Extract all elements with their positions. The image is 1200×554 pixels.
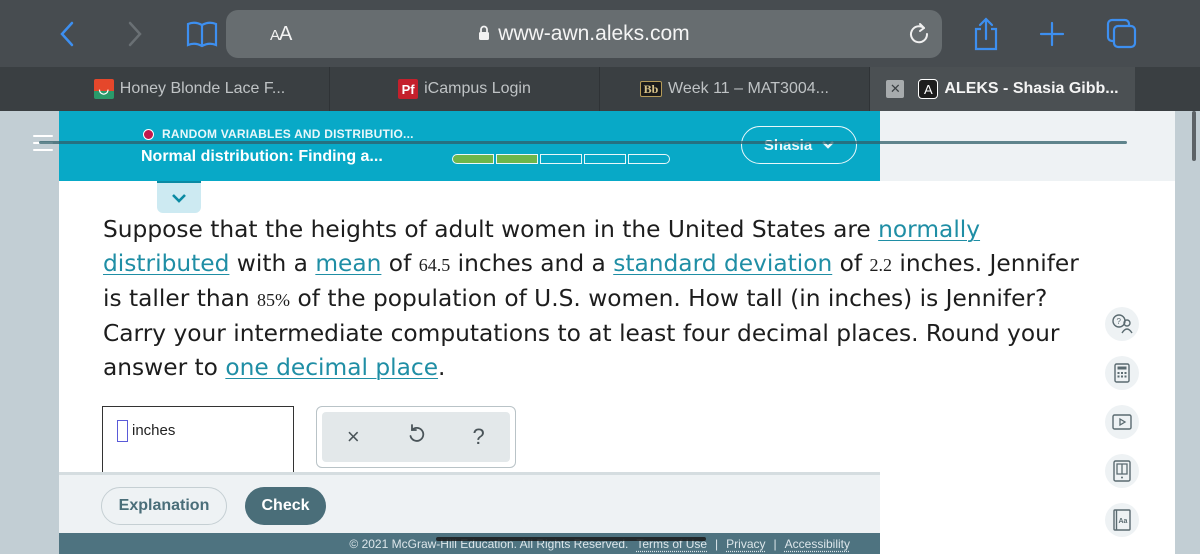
back-chevron-icon [60, 21, 74, 47]
chevron-down-icon [172, 193, 186, 203]
question-text-part: with a [229, 250, 316, 277]
svg-text:Aa: Aa [1119, 518, 1128, 525]
progress-segment [452, 154, 494, 164]
answer-input[interactable] [117, 420, 128, 442]
clear-button[interactable]: × [333, 424, 373, 450]
answer-area: inches [102, 406, 294, 476]
plus-icon [1039, 21, 1065, 47]
reload-button[interactable] [908, 22, 930, 51]
user-menu-button[interactable]: Shasia [741, 126, 857, 164]
overlay-divider [39, 141, 1127, 144]
answer-unit: inches [132, 422, 176, 439]
progress-segment [540, 154, 582, 164]
tab-bar: ◡ Honey Blonde Lace F... Pf iCampus Logi… [0, 67, 1200, 111]
action-bar: Explanation Check [59, 472, 880, 533]
tabs-overview-button[interactable] [1100, 14, 1144, 54]
tab-label: ALEKS - Shasia Gibb... [944, 80, 1119, 97]
browser-toolbar: AA www-awn.aleks.com [0, 0, 1200, 67]
back-button[interactable] [52, 14, 82, 54]
calculator-icon [1114, 363, 1130, 383]
forward-chevron-icon [128, 21, 142, 47]
hamburger-icon [33, 135, 53, 137]
progress-segment [628, 154, 670, 164]
one-decimal-place-link[interactable]: one decimal place [225, 354, 438, 381]
footer-separator: | [715, 536, 719, 551]
forward-button[interactable] [120, 14, 150, 54]
question-text: Suppose that the heights of adult women … [103, 213, 1093, 385]
question-text-part: of [381, 250, 419, 277]
share-button[interactable] [968, 14, 1004, 54]
video-play-icon [1112, 414, 1132, 430]
tab-aleks[interactable]: ✕ A ALEKS - Shasia Gibb... [870, 67, 1135, 111]
mean-link[interactable]: mean [315, 250, 381, 277]
ebook-icon [1113, 460, 1131, 482]
dictionary-icon: Aa [1113, 509, 1131, 531]
header-right-panel [880, 111, 1175, 181]
tab-label: Week 11 – MAT3004... [668, 80, 829, 97]
pf-favicon-icon: Pf [398, 79, 419, 99]
progress-segment [496, 154, 538, 164]
ask-instructor-button[interactable]: ? [1105, 307, 1139, 341]
progress-segment [584, 154, 626, 164]
percent-value: 85% [257, 290, 291, 310]
close-tab-icon[interactable]: ✕ [886, 80, 905, 98]
url-text: www-awn.aleks.com [498, 22, 690, 45]
undo-button[interactable] [396, 423, 436, 451]
aleks-favicon-icon: A [918, 79, 939, 99]
question-text-part: inches and a [450, 250, 614, 277]
privacy-link[interactable]: Privacy [726, 537, 765, 551]
accessibility-link[interactable]: Accessibility [785, 537, 850, 551]
tab-icampus[interactable]: Pf iCampus Login [330, 67, 600, 111]
explanation-button[interactable]: Explanation [101, 487, 227, 525]
topic-status-dot [143, 129, 154, 140]
overlay-bar [436, 537, 706, 541]
mean-value: 64.5 [418, 255, 451, 275]
scrollbar-track[interactable] [1175, 111, 1200, 554]
user-name: Shasia [763, 136, 813, 154]
check-button[interactable]: Check [245, 487, 326, 525]
ask-instructor-icon: ? [1112, 314, 1133, 334]
dictionary-button[interactable]: Aa [1105, 503, 1139, 537]
menu-button[interactable] [33, 135, 53, 156]
standard-deviation-link[interactable]: standard deviation [613, 250, 832, 277]
question-text-part: of [832, 250, 870, 277]
footer: © 2021 McGraw-Hill Education. All Rights… [59, 533, 880, 554]
new-tab-button[interactable] [1034, 14, 1070, 54]
ebook-button[interactable] [1105, 454, 1139, 488]
side-toolbar: ? Aa [1105, 307, 1139, 537]
footer-separator: | [773, 536, 777, 551]
help-button[interactable]: ? [459, 424, 499, 450]
topic-header: RANDOM VARIABLES AND DISTRIBUTIO... Norm… [33, 111, 880, 181]
question-text-part: Suppose that the heights of adult women … [103, 216, 879, 243]
share-icon [974, 17, 998, 51]
tab-honey-blonde[interactable]: ◡ Honey Blonde Lace F... [0, 67, 330, 111]
bookmarks-button[interactable] [182, 14, 222, 54]
question-text-part: . [438, 354, 446, 381]
honey-favicon-icon: ◡ [93, 79, 114, 99]
aleks-page: RANDOM VARIABLES AND DISTRIBUTIO... Norm… [33, 111, 1175, 554]
book-icon [186, 21, 218, 48]
blackboard-favicon-icon: Bb [640, 81, 663, 97]
video-button[interactable] [1105, 405, 1139, 439]
address-bar[interactable]: AA www-awn.aleks.com [226, 10, 942, 58]
lock-icon [479, 25, 490, 40]
topic-category: RANDOM VARIABLES AND DISTRIBUTIO... [162, 127, 414, 141]
answer-tools-inner: × ? [322, 412, 510, 462]
scrollbar-thumb[interactable] [1192, 111, 1196, 161]
answer-tools: × ? [316, 406, 516, 468]
expand-topic-button[interactable] [157, 181, 201, 213]
tab-week11[interactable]: Bb Week 11 – MAT3004... [600, 67, 870, 111]
tab-label: Honey Blonde Lace F... [119, 80, 286, 97]
progress-bar [452, 154, 670, 164]
tabs-overview-icon [1106, 18, 1137, 49]
reload-icon [910, 23, 929, 44]
sd-value: 2.2 [869, 255, 893, 275]
calculator-button[interactable] [1105, 356, 1139, 390]
svg-text:?: ? [1117, 317, 1122, 326]
undo-icon [409, 424, 425, 442]
hamburger-icon-bar [33, 149, 53, 151]
tab-label: iCampus Login [424, 80, 531, 97]
topic-title: Normal distribution: Finding a... [141, 148, 383, 165]
